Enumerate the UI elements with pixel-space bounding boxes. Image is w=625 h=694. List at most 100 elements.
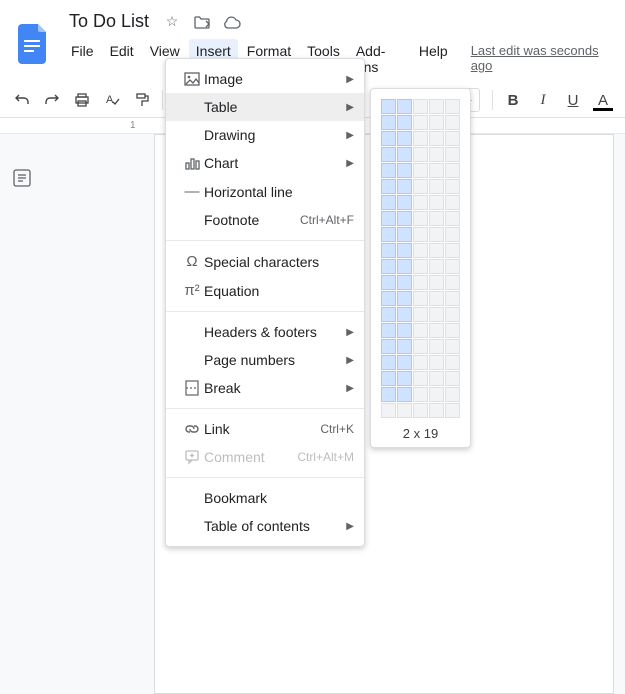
table-picker-cell[interactable] [445,371,460,386]
table-picker-cell[interactable] [429,131,444,146]
outline-toggle[interactable] [8,164,36,192]
table-picker-cell[interactable] [397,259,412,274]
insert-special-characters[interactable]: Ω Special characters [166,247,364,276]
table-picker-cell[interactable] [429,323,444,338]
table-picker-cell[interactable] [413,291,428,306]
table-picker-cell[interactable] [445,355,460,370]
table-picker-cell[interactable] [381,195,396,210]
table-picker-cell[interactable] [445,99,460,114]
table-picker-cell[interactable] [445,179,460,194]
table-picker-cell[interactable] [429,339,444,354]
insert-bookmark[interactable]: Bookmark [166,484,364,512]
table-picker-cell[interactable] [445,147,460,162]
table-picker-cell[interactable] [381,387,396,402]
table-picker-cell[interactable] [413,195,428,210]
table-picker-cell[interactable] [445,115,460,130]
table-picker-cell[interactable] [413,99,428,114]
table-picker-cell[interactable] [413,147,428,162]
table-picker-cell[interactable] [445,259,460,274]
table-picker-cell[interactable] [381,275,396,290]
bold-button[interactable]: B [499,87,527,113]
table-picker-cell[interactable] [381,115,396,130]
last-edit-info[interactable]: Last edit was seconds ago [471,39,609,79]
print-button[interactable] [68,87,96,113]
text-color-button[interactable]: A [589,87,617,113]
insert-break[interactable]: Break ▶ [166,374,364,402]
table-picker-cell[interactable] [429,307,444,322]
table-picker-cell[interactable] [413,323,428,338]
table-picker-cell[interactable] [429,275,444,290]
table-picker-cell[interactable] [413,355,428,370]
table-picker-cell[interactable] [413,227,428,242]
table-picker-cell[interactable] [397,355,412,370]
table-picker-cell[interactable] [445,323,460,338]
menu-help[interactable]: Help [412,39,455,79]
table-picker-cell[interactable] [381,243,396,258]
table-picker-cell[interactable] [397,147,412,162]
table-picker-cell[interactable] [429,403,444,418]
insert-headers-footers[interactable]: Headers & footers ▶ [166,318,364,346]
table-picker-cell[interactable] [429,227,444,242]
table-picker-cell[interactable] [413,163,428,178]
insert-horizontal-line[interactable]: — Horizontal line [166,177,364,206]
table-picker-cell[interactable] [445,291,460,306]
table-picker-cell[interactable] [397,179,412,194]
table-picker-cell[interactable] [445,163,460,178]
table-picker-cell[interactable] [413,275,428,290]
table-picker-cell[interactable] [413,403,428,418]
table-picker-cell[interactable] [397,115,412,130]
table-picker-cell[interactable] [397,163,412,178]
table-picker-grid[interactable] [381,99,460,418]
table-picker-cell[interactable] [397,227,412,242]
table-picker-cell[interactable] [445,131,460,146]
table-picker-cell[interactable] [397,131,412,146]
table-picker-cell[interactable] [381,259,396,274]
table-picker-cell[interactable] [397,339,412,354]
table-picker-cell[interactable] [429,99,444,114]
table-picker-cell[interactable] [381,323,396,338]
insert-footnote[interactable]: Footnote Ctrl+Alt+F [166,206,364,234]
insert-image[interactable]: Image ▶ [166,65,364,93]
table-picker-cell[interactable] [445,227,460,242]
table-picker-cell[interactable] [429,371,444,386]
insert-table[interactable]: Table ▶ [166,93,364,121]
table-picker-cell[interactable] [381,371,396,386]
table-picker-cell[interactable] [429,211,444,226]
table-picker-cell[interactable] [397,403,412,418]
table-picker-cell[interactable] [381,99,396,114]
table-picker-cell[interactable] [381,403,396,418]
table-picker-cell[interactable] [397,99,412,114]
table-picker-cell[interactable] [445,195,460,210]
insert-chart[interactable]: Chart ▶ [166,149,364,177]
table-picker-cell[interactable] [429,355,444,370]
table-picker-cell[interactable] [429,259,444,274]
italic-button[interactable]: I [529,87,557,113]
undo-button[interactable] [8,87,36,113]
menu-edit[interactable]: Edit [103,39,141,79]
table-picker-cell[interactable] [397,291,412,306]
table-picker-cell[interactable] [429,115,444,130]
table-picker-cell[interactable] [413,259,428,274]
table-picker-cell[interactable] [381,355,396,370]
insert-link[interactable]: Link Ctrl+K [166,415,364,443]
insert-drawing[interactable]: Drawing ▶ [166,121,364,149]
table-picker-cell[interactable] [445,339,460,354]
table-picker-cell[interactable] [445,403,460,418]
table-picker-cell[interactable] [397,275,412,290]
table-picker-cell[interactable] [381,163,396,178]
insert-toc[interactable]: Table of contents ▶ [166,512,364,540]
table-picker-cell[interactable] [381,291,396,306]
table-picker-cell[interactable] [397,243,412,258]
move-icon[interactable] [192,12,212,32]
table-picker-cell[interactable] [429,243,444,258]
table-picker-cell[interactable] [429,163,444,178]
star-icon[interactable]: ☆ [162,12,182,32]
table-picker-cell[interactable] [413,115,428,130]
table-picker-cell[interactable] [445,275,460,290]
table-picker-cell[interactable] [397,195,412,210]
table-picker-cell[interactable] [429,387,444,402]
table-picker-cell[interactable] [445,211,460,226]
table-picker-cell[interactable] [445,387,460,402]
table-picker-cell[interactable] [413,179,428,194]
table-picker-cell[interactable] [381,211,396,226]
